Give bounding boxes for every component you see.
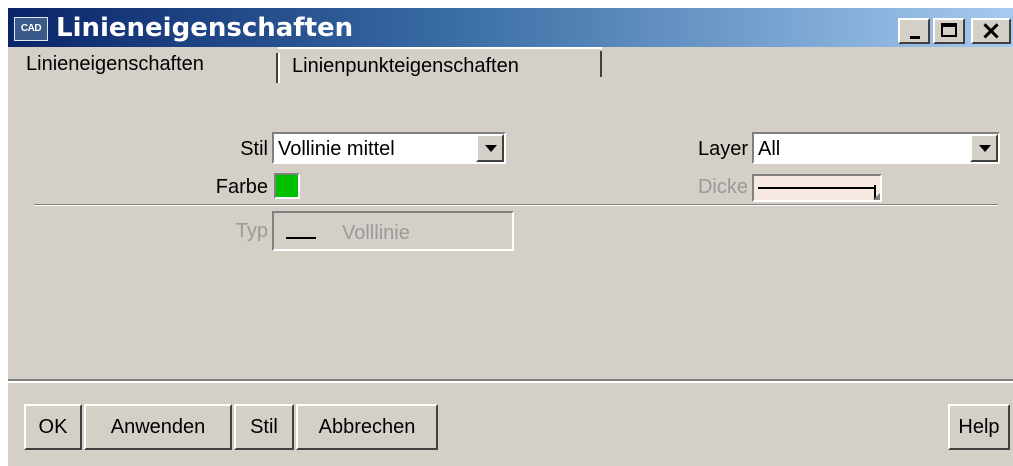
minimize-button[interactable] (898, 18, 930, 44)
layer-select[interactable]: All (752, 132, 1000, 164)
help-button[interactable]: Help (948, 404, 1010, 450)
layer-select-value: All (758, 138, 781, 160)
line-type-preview (286, 237, 316, 239)
line-thickness-field[interactable] (752, 174, 882, 202)
stil-select-value: Vollinie mittel (278, 138, 395, 160)
cad-app-icon: CAD (14, 17, 48, 41)
line-thickness-preview (758, 185, 876, 199)
properties-dialog: CAD Linieneigenschaften × Linieneigensch… (8, 8, 1013, 466)
close-button[interactable]: × (971, 18, 1011, 44)
typ-label: Typ (235, 220, 268, 242)
chevron-down-icon[interactable] (970, 134, 998, 162)
section-divider (34, 204, 998, 206)
line-type-field: Volllinie (272, 211, 514, 251)
style-button[interactable]: Stil (234, 404, 294, 450)
stil-select[interactable]: Vollinie mittel (272, 132, 506, 164)
color-swatch[interactable] (274, 173, 300, 199)
tab-linieneigenschaften[interactable]: Linieneigenschaften (8, 47, 278, 83)
apply-button[interactable]: Anwenden (84, 404, 232, 450)
window-title: Linieneigenschaften (56, 13, 354, 43)
close-icon: × (980, 16, 1002, 46)
layer-label: Layer (697, 138, 748, 160)
tab-linienpunkteigenschaften[interactable]: Linienpunkteigenschaften (278, 47, 602, 83)
ok-button[interactable]: OK (24, 404, 82, 450)
button-area-divider (8, 379, 1013, 383)
stil-label: Stil (240, 138, 268, 160)
cancel-button[interactable]: Abbrechen (296, 404, 438, 450)
resize-corner-icon (873, 193, 880, 200)
maximize-icon (941, 23, 957, 37)
minimize-icon (910, 36, 920, 39)
chevron-down-icon[interactable] (476, 134, 504, 162)
line-type-value: Volllinie (342, 222, 410, 244)
title-bar[interactable]: CAD Linieneigenschaften × (8, 8, 1013, 47)
dicke-label: Dicke (697, 176, 748, 198)
maximize-button[interactable] (933, 18, 965, 44)
farbe-label: Farbe (215, 176, 268, 198)
